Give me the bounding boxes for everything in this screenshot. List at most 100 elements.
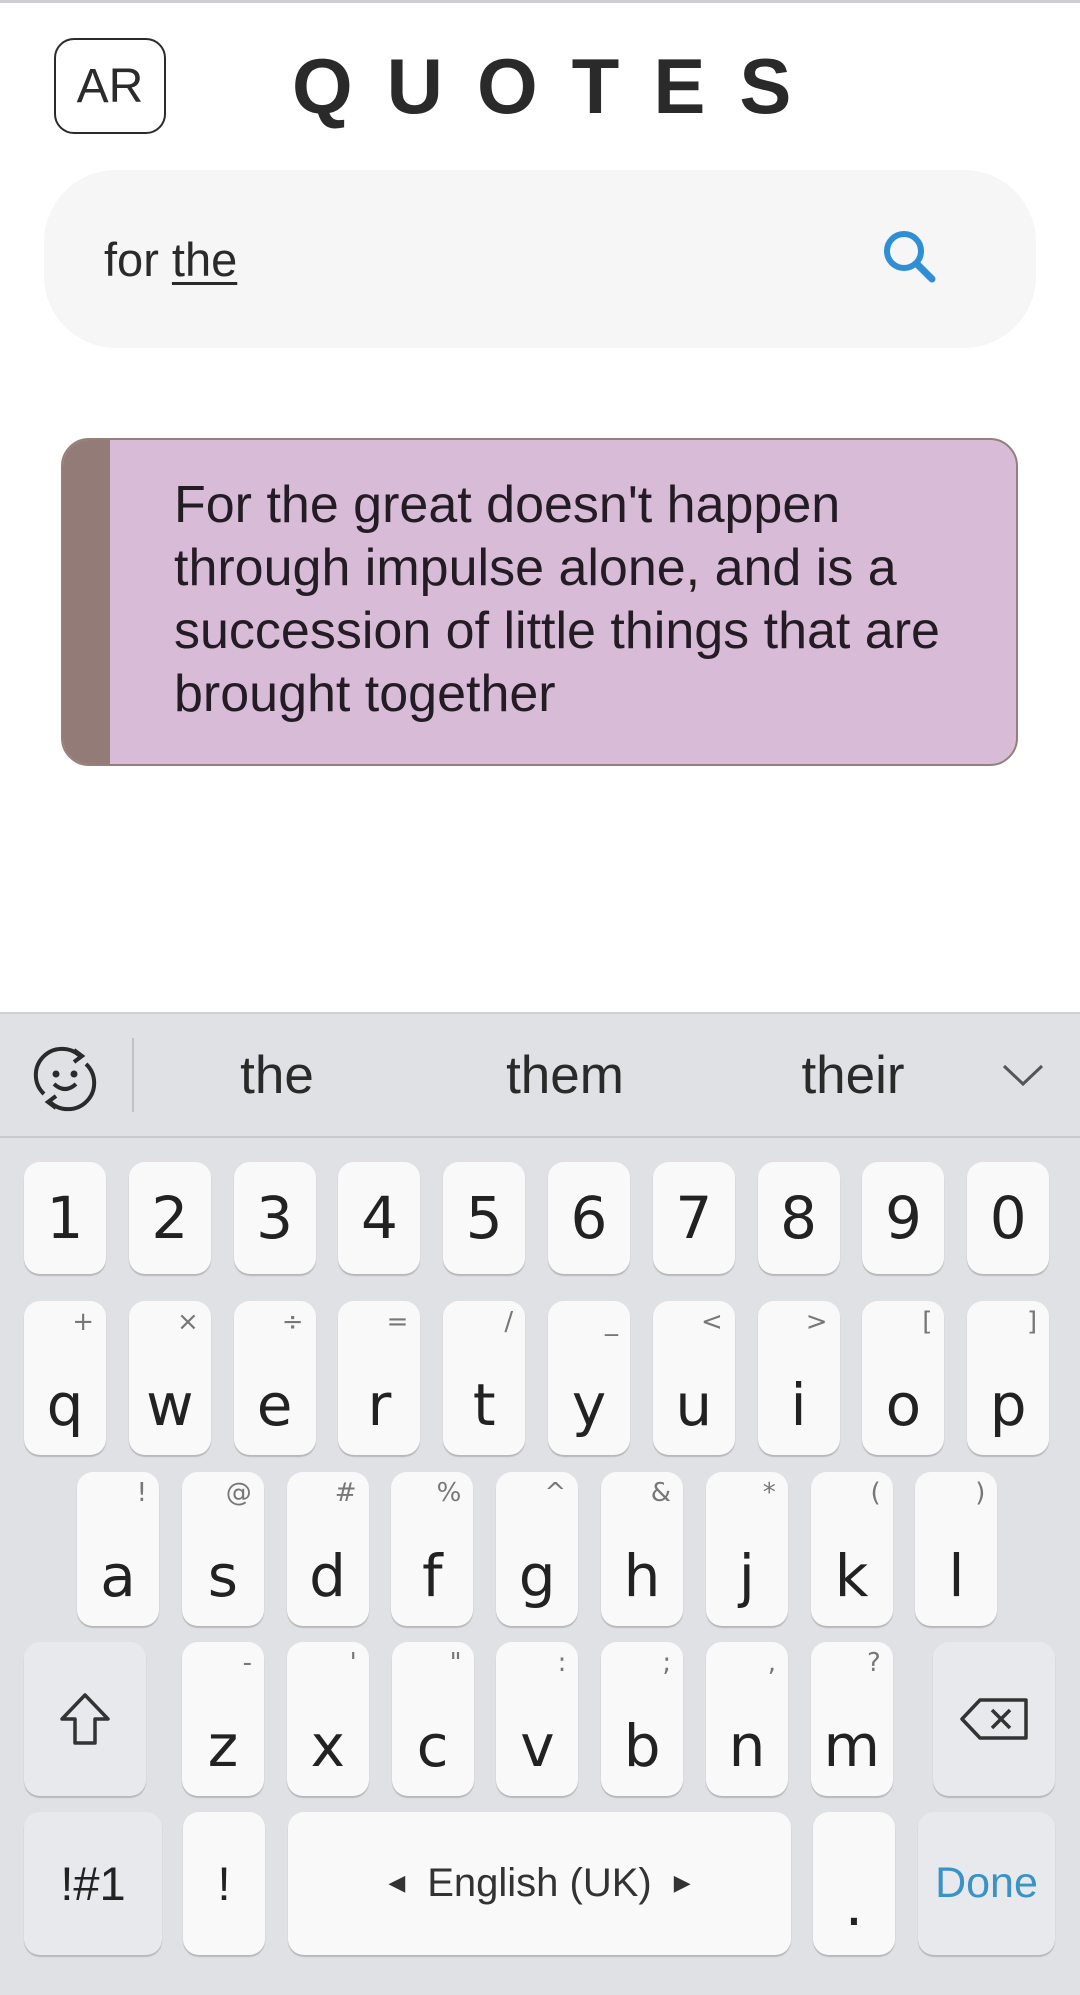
suggestion-3[interactable]: their bbox=[723, 1014, 983, 1136]
key-label: 7 bbox=[675, 1184, 713, 1252]
key-alt-label: ' bbox=[349, 1648, 357, 1678]
key-label: r bbox=[367, 1371, 392, 1439]
key-p[interactable]: ] p bbox=[967, 1301, 1050, 1455]
key-s[interactable]: @ s bbox=[181, 1472, 264, 1626]
key-g[interactable]: ^ g bbox=[496, 1472, 579, 1626]
key-n[interactable]: ,n bbox=[706, 1642, 788, 1796]
backspace-key[interactable] bbox=[933, 1642, 1055, 1796]
key-label: w bbox=[146, 1371, 194, 1439]
key-label: 2 bbox=[151, 1184, 189, 1252]
key-z[interactable]: -z bbox=[182, 1642, 264, 1796]
suggestion-divider bbox=[132, 1038, 134, 1112]
key-label: 5 bbox=[465, 1184, 503, 1252]
emoji-switch-icon[interactable] bbox=[30, 1044, 100, 1114]
key-b[interactable]: ; b bbox=[601, 1642, 684, 1796]
key-7[interactable]: 7 bbox=[652, 1162, 735, 1274]
quote-text: For the great doesn't happen through imp… bbox=[174, 476, 940, 723]
search-icon[interactable] bbox=[874, 221, 950, 297]
key-label: 6 bbox=[570, 1184, 608, 1252]
key-label: 0 bbox=[989, 1184, 1027, 1252]
key-m[interactable]: ? m bbox=[810, 1642, 893, 1796]
key-j[interactable]: * j bbox=[705, 1472, 788, 1626]
key-alt-label: < bbox=[701, 1307, 723, 1337]
key-alt-label: : bbox=[557, 1648, 567, 1678]
symbols-key[interactable]: !#1 bbox=[24, 1812, 162, 1955]
key-y[interactable]: _ y bbox=[548, 1301, 630, 1455]
key-label: m bbox=[823, 1712, 881, 1780]
search-typed-text: for bbox=[104, 232, 172, 286]
backspace-icon bbox=[933, 1642, 1055, 1796]
exclamation-key[interactable]: ! bbox=[183, 1812, 265, 1955]
key-o[interactable]: [o bbox=[862, 1301, 945, 1455]
key-w[interactable]: × w bbox=[128, 1301, 211, 1455]
key-alt-label: = bbox=[386, 1307, 409, 1337]
key-4[interactable]: 4 bbox=[338, 1162, 421, 1274]
key-t[interactable]: / t bbox=[443, 1301, 526, 1455]
language-toggle-button[interactable]: AR bbox=[54, 38, 166, 134]
exclamation-key-content: ! bbox=[183, 1812, 265, 1955]
chevron-down-icon[interactable] bbox=[1000, 1058, 1046, 1092]
key-5[interactable]: 5 bbox=[443, 1162, 526, 1274]
key-a[interactable]: ! a bbox=[77, 1472, 159, 1626]
key-r[interactable]: = r bbox=[338, 1301, 421, 1455]
key-k[interactable]: (k bbox=[810, 1472, 893, 1626]
key-alt-label: ] bbox=[1027, 1307, 1038, 1337]
key-u[interactable]: < u bbox=[652, 1301, 735, 1455]
suggestion-1[interactable]: the bbox=[147, 1014, 407, 1136]
symbols-key-label: !#1 bbox=[60, 1857, 126, 1910]
key-x[interactable]: ' x bbox=[286, 1642, 369, 1796]
key-alt-label: @ bbox=[225, 1478, 252, 1508]
space-key-label: English (UK) bbox=[427, 1861, 652, 1905]
key-label: 4 bbox=[360, 1184, 398, 1252]
space-key-content: ◀ English (UK) ▶ bbox=[288, 1812, 791, 1955]
shift-key[interactable] bbox=[24, 1642, 146, 1796]
key-f[interactable]: % f bbox=[391, 1472, 474, 1626]
key-v[interactable]: :v bbox=[496, 1642, 579, 1796]
key-label: . bbox=[844, 1871, 864, 1939]
key-8[interactable]: 8 bbox=[757, 1162, 840, 1274]
key-alt-label: # bbox=[334, 1478, 357, 1508]
key-q[interactable]: + q bbox=[24, 1301, 106, 1455]
key-label: 9 bbox=[884, 1184, 922, 1252]
search-bar[interactable]: for the bbox=[44, 170, 1036, 348]
key-label: f bbox=[422, 1542, 443, 1610]
key-i[interactable]: > i bbox=[757, 1301, 840, 1455]
key-alt-label: + bbox=[72, 1307, 94, 1337]
done-key[interactable]: Done bbox=[918, 1812, 1055, 1955]
key-alt-label: [ bbox=[922, 1307, 933, 1337]
key-e[interactable]: ÷ e bbox=[233, 1301, 316, 1455]
space-key[interactable]: ◀ English (UK) ▶ bbox=[288, 1812, 791, 1955]
language-toggle-label: AR bbox=[76, 59, 144, 113]
search-composing-word: the bbox=[171, 232, 238, 286]
key-label: u bbox=[675, 1371, 713, 1439]
done-key-content: Done bbox=[918, 1812, 1055, 1955]
key-3[interactable]: 3 bbox=[233, 1162, 316, 1274]
key-label: h bbox=[623, 1542, 661, 1610]
quote-card[interactable]: For the great doesn't happen through imp… bbox=[61, 438, 1018, 766]
key-label: z bbox=[207, 1712, 239, 1780]
suggestion-2[interactable]: them bbox=[435, 1014, 695, 1136]
key-label: b bbox=[623, 1712, 661, 1780]
key-2[interactable]: 2 bbox=[128, 1162, 211, 1274]
key-l[interactable]: ) l bbox=[915, 1472, 998, 1626]
key-9[interactable]: 9 bbox=[862, 1162, 945, 1274]
key-d[interactable]: # d bbox=[286, 1472, 369, 1626]
symbols-key-content: !#1 bbox=[24, 1812, 162, 1955]
key-label: 1 bbox=[46, 1184, 84, 1252]
key-label: 8 bbox=[780, 1184, 818, 1252]
key-label: v bbox=[520, 1712, 555, 1780]
key-0[interactable]: 0 bbox=[967, 1162, 1050, 1274]
key-c[interactable]: " c bbox=[391, 1642, 474, 1796]
language-right-arrow-icon: ▶ bbox=[673, 1871, 691, 1896]
key-label: x bbox=[310, 1712, 345, 1780]
key-label: y bbox=[571, 1371, 607, 1439]
key-1[interactable]: 1 bbox=[24, 1162, 106, 1274]
search-input[interactable]: for the bbox=[104, 170, 237, 348]
key-label: d bbox=[309, 1542, 346, 1610]
key-6[interactable]: 6 bbox=[548, 1162, 630, 1274]
key-h[interactable]: & h bbox=[601, 1472, 683, 1626]
key-alt-label: ? bbox=[866, 1648, 881, 1678]
key-label: i bbox=[790, 1371, 807, 1439]
period-key[interactable]: . bbox=[813, 1812, 895, 1955]
key-alt-label: , bbox=[767, 1648, 776, 1678]
